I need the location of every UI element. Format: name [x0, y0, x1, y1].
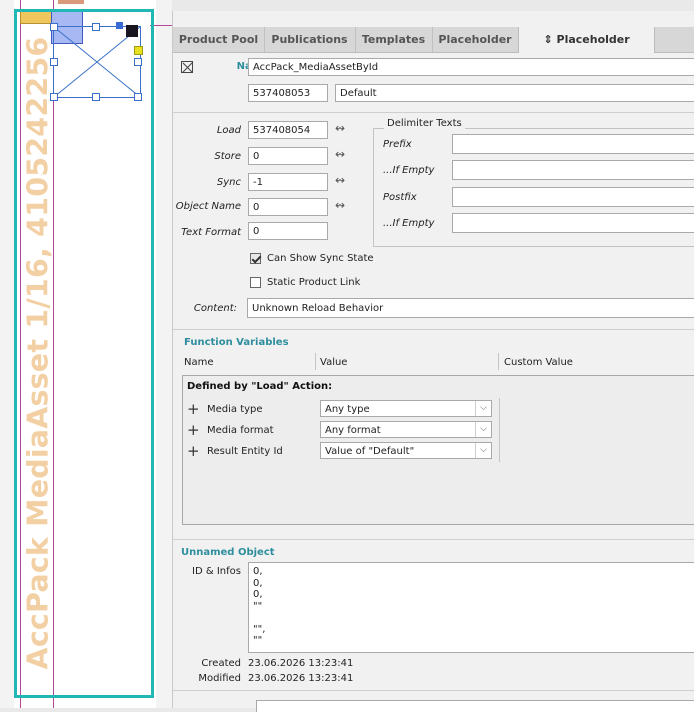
info-line: "": [253, 635, 263, 646]
sync-action-icon[interactable]: ↭: [335, 173, 345, 187]
tab-publications[interactable]: Publications: [264, 27, 356, 52]
frame-swatch: [58, 0, 84, 4]
id-description-field[interactable]: Default: [335, 84, 694, 102]
load-field[interactable]: 537408054: [248, 121, 328, 139]
tab-placeholder-options[interactable]: ⇕Placeholder Options: [518, 27, 655, 71]
static-product-link-label: Static Product Link: [267, 277, 361, 288]
tab-placeholder[interactable]: Placeholder: [432, 27, 519, 52]
result-entity-id-value: Value of "Default": [325, 446, 415, 457]
content-dropdown[interactable]: Unknown Reload Behavior: [247, 298, 694, 318]
created-value: 23.06.2026 13:23:41: [248, 658, 354, 669]
resize-handle[interactable]: [50, 23, 58, 31]
id-field[interactable]: 537408053: [248, 84, 328, 102]
result-entity-id-dropdown[interactable]: Value of "Default" ⌵: [320, 442, 492, 459]
column-header-custom-value[interactable]: Custom Value: [504, 357, 573, 368]
resize-handle[interactable]: [92, 93, 100, 101]
layout-canvas[interactable]: AccPack MediaAsset 1/16, 4105242256: [0, 0, 172, 708]
sync-field[interactable]: -1: [248, 173, 328, 191]
column-header-value[interactable]: Value: [320, 357, 347, 368]
id-infos-textarea[interactable]: 0, 0, 0, "" "", "": [248, 562, 694, 653]
resize-handle[interactable]: [50, 93, 58, 101]
created-label: Created: [201, 658, 241, 669]
divider: [173, 112, 694, 113]
postfix-if-empty-field[interactable]: [452, 213, 694, 233]
divider: [173, 690, 694, 691]
tab-product-pool[interactable]: Product Pool: [173, 27, 265, 52]
object-name-action-icon[interactable]: ↭: [335, 198, 345, 212]
prefix-field[interactable]: [452, 134, 694, 154]
column-separator[interactable]: [498, 353, 499, 370]
store-field[interactable]: 0: [248, 147, 328, 165]
can-show-sync-checkbox[interactable]: [250, 253, 261, 264]
row-result-entity-id-label: Result Entity Id: [207, 446, 283, 457]
resize-handle[interactable]: [50, 58, 58, 66]
placeholder-options-panel: Product Pool Publications Templates Plac…: [172, 11, 694, 712]
resize-handle[interactable]: [134, 58, 142, 66]
defined-by-load-heading: Defined by "Load" Action:: [187, 381, 333, 392]
store-action-icon[interactable]: ↭: [335, 147, 345, 161]
prefix-label: Prefix: [383, 139, 412, 150]
delimiter-texts-title: Delimiter Texts: [384, 118, 465, 129]
chevron-down-icon: ⌵: [475, 401, 491, 416]
info-line: [253, 612, 690, 624]
modified-label: Modified: [198, 673, 241, 684]
media-format-value: Any format: [325, 425, 381, 436]
media-type-value: Any type: [325, 404, 370, 415]
prefix-if-empty-label: ...If Empty: [383, 165, 435, 176]
resize-handle[interactable]: [92, 23, 100, 31]
function-variables-list: Defined by "Load" Action: + Media type A…: [182, 375, 694, 525]
divider: [173, 539, 694, 540]
bottom-field[interactable]: [256, 700, 694, 712]
content-grabber-handle[interactable]: [116, 22, 123, 29]
unnamed-object-title: Unnamed Object: [181, 547, 275, 558]
chevron-down-icon: ⌵: [475, 443, 491, 458]
load-action-icon[interactable]: ↭: [335, 121, 345, 135]
tab-bar: Product Pool Publications Templates Plac…: [173, 27, 694, 71]
info-line: "",: [253, 623, 266, 635]
image-placeholder-cross-icon: [54, 27, 140, 97]
info-line: "": [253, 600, 263, 612]
divider: [173, 329, 694, 330]
object-name-field[interactable]: 0: [248, 198, 328, 216]
expand-plus-icon[interactable]: +: [187, 402, 200, 417]
sync-label: Sync: [216, 177, 241, 188]
content-label: Content:: [193, 303, 237, 314]
chevron-down-icon: ⌵: [475, 422, 491, 437]
media-type-dropdown[interactable]: Any type ⌵: [320, 400, 492, 417]
can-show-sync-label: Can Show Sync State: [267, 253, 374, 264]
info-line: 0,: [253, 577, 263, 589]
tab-templates[interactable]: Templates: [355, 27, 433, 52]
sort-arrows-icon: ⇕: [543, 33, 553, 46]
column-separator: [499, 398, 500, 462]
info-line: 0,: [253, 589, 263, 600]
row-media-type-label: Media type: [207, 404, 263, 415]
corner-option-handle[interactable]: [134, 46, 143, 55]
text-format-field[interactable]: 0: [248, 222, 328, 240]
store-label: Store: [214, 151, 241, 162]
modified-value: 23.06.2026 13:23:41: [248, 673, 354, 684]
text-format-label: Text Format: [181, 227, 241, 238]
column-separator[interactable]: [315, 353, 316, 370]
name-field[interactable]: AccPack_MediaAssetById: [248, 58, 694, 76]
info-line: 0,: [253, 566, 263, 577]
function-variables-title: Function Variables: [184, 337, 289, 348]
object-name-label: Object Name: [175, 201, 241, 212]
load-label: Load: [216, 125, 241, 136]
resize-handle[interactable]: [134, 93, 142, 101]
postfix-if-empty-label: ...If Empty: [383, 218, 435, 229]
vertical-placeholder-text: AccPack MediaAsset 1/16, 4105242256: [22, 36, 54, 670]
expand-plus-icon[interactable]: +: [187, 423, 200, 438]
postfix-field[interactable]: [452, 187, 694, 207]
media-format-dropdown[interactable]: Any format ⌵: [320, 421, 492, 438]
close-icon[interactable]: [181, 61, 193, 73]
static-product-link-checkbox[interactable]: [250, 277, 261, 288]
row-media-format-label: Media format: [207, 425, 274, 436]
prefix-if-empty-field[interactable]: [452, 160, 694, 180]
postfix-label: Postfix: [383, 192, 417, 203]
frame-anchor-square[interactable]: [126, 25, 138, 37]
expand-plus-icon[interactable]: +: [187, 444, 200, 459]
id-infos-label: ID & Infos: [192, 566, 241, 577]
column-header-name[interactable]: Name: [184, 357, 214, 368]
vertical-text-frame: AccPack MediaAsset 1/16, 4105242256: [22, 18, 54, 688]
